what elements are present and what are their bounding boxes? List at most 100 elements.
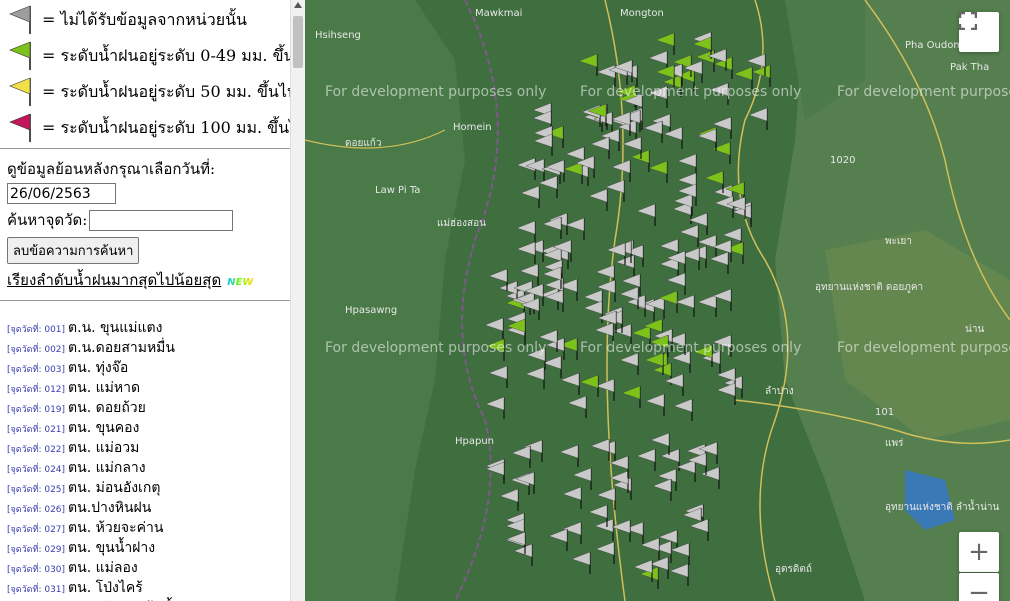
scroll-up-arrow-icon[interactable]	[294, 2, 302, 8]
list-item[interactable]: [จุดวัดที่: 025] ตน. ม่อนอังเกตุ	[7, 477, 290, 497]
station-flag-icon[interactable]	[595, 541, 615, 564]
station-flag-icon[interactable]	[533, 133, 553, 156]
station-flag-icon[interactable]	[562, 486, 582, 509]
station-flag-icon[interactable]	[590, 136, 610, 159]
station-flag-icon[interactable]	[516, 220, 536, 243]
watermark-text: For development purposes only	[837, 340, 1010, 356]
station-flag-icon[interactable]	[664, 373, 684, 396]
station-flag-icon[interactable]	[697, 294, 717, 317]
list-item[interactable]: [จุดวัดที่: 026] ตน.ปางหินฝน	[7, 497, 290, 517]
date-input[interactable]	[7, 183, 116, 204]
station-flag-icon[interactable]	[676, 459, 696, 482]
station-flag-icon[interactable]	[548, 528, 568, 551]
list-item[interactable]: [จุดวัดที่: 022] ตน. แม่อวม	[7, 437, 290, 457]
zoom-in-button[interactable]: +	[959, 532, 999, 572]
zoom-out-button[interactable]: −	[959, 573, 999, 601]
list-item[interactable]: [จุดวัดที่: 002] ต.น.ดอยสามหมื่น	[7, 337, 290, 357]
list-item[interactable]: [จุดวัดที่: 021] ตน. ขุนคอง	[7, 417, 290, 437]
station-flag-icon[interactable]	[578, 53, 598, 76]
station-flag-icon[interactable]	[520, 185, 540, 208]
station-flag-icon[interactable]	[714, 195, 734, 218]
sort-rainfall-link[interactable]: เรียงลำดับน้ำฝนมากสุดไปน้อยสุด	[7, 271, 221, 289]
station-flag-icon[interactable]	[675, 294, 695, 317]
station-flag-icon[interactable]	[748, 107, 768, 130]
station-flag-icon[interactable]	[630, 149, 650, 172]
station-flag-icon[interactable]	[579, 374, 599, 397]
scrollbar-thumb[interactable]	[293, 16, 303, 68]
station-flag-icon[interactable]	[559, 444, 579, 467]
station-flag-icon[interactable]	[621, 385, 641, 408]
map-place-label: อุตรดิตถ์	[775, 564, 812, 575]
station-flag-icon[interactable]	[652, 478, 672, 501]
station-flag-icon[interactable]	[611, 159, 631, 182]
station-code: [จุดวัดที่: 026]	[7, 505, 66, 515]
station-flag-icon[interactable]	[679, 224, 699, 247]
station-flag-icon[interactable]	[563, 161, 583, 184]
station-flag-icon[interactable]	[565, 217, 585, 240]
station-flag-icon[interactable]	[516, 241, 536, 264]
station-flag-icon[interactable]	[619, 352, 639, 375]
station-flag-icon[interactable]	[513, 543, 533, 566]
station-flag-icon[interactable]	[716, 382, 736, 405]
station-flag-icon[interactable]	[516, 157, 536, 180]
station-flag-icon[interactable]	[648, 160, 668, 183]
map[interactable]: Mawkmai Mongton Hsihseng Pha Oudom Pak Tha Ho…	[305, 0, 1010, 601]
station-flag-icon[interactable]	[709, 251, 729, 274]
station-flag-icon[interactable]	[484, 317, 504, 340]
list-item[interactable]: [จุดวัดที่: 029] ตน. ขุนน้ำฝาง	[7, 537, 290, 557]
station-flag-icon[interactable]	[677, 153, 697, 176]
station-flag-icon[interactable]	[595, 378, 615, 401]
station-flag-icon[interactable]	[633, 559, 653, 582]
station-flag-icon[interactable]	[583, 300, 603, 323]
station-flag-icon[interactable]	[697, 128, 717, 151]
fullscreen-button[interactable]	[959, 12, 999, 52]
list-item[interactable]: [จุดวัดที่: 032]หน่วยจัดการต้นน้ำขุนแม่แ…	[7, 597, 290, 601]
list-item[interactable]: [จุดวัดที่: 001] ต.น. ขุนแม่แตง	[7, 317, 290, 337]
station-flag-icon[interactable]	[560, 372, 580, 395]
list-item[interactable]: [จุดวัดที่: 012] ตน. แม่หาด	[7, 377, 290, 397]
station-flag-icon[interactable]	[673, 398, 693, 421]
station-flag-icon[interactable]	[711, 141, 731, 164]
station-flag-icon[interactable]	[700, 466, 720, 489]
station-flag-icon[interactable]	[636, 448, 656, 471]
station-flag-icon[interactable]	[499, 488, 519, 511]
station-flag-icon[interactable]	[643, 120, 663, 143]
station-flag-icon[interactable]	[525, 366, 545, 389]
station-flag-icon[interactable]	[542, 216, 562, 239]
list-item[interactable]: [จุดวัดที่: 027] ตน. ห้วยจะค่าน	[7, 517, 290, 537]
station-flag-icon[interactable]	[640, 537, 660, 560]
station-flag-icon[interactable]	[538, 175, 558, 198]
list-item[interactable]: [จุดวัดที่: 031] ตน. โป่งไคร้	[7, 577, 290, 597]
station-flag-icon[interactable]	[572, 467, 592, 490]
station-flag-icon[interactable]	[689, 518, 709, 541]
station-flag-icon[interactable]	[590, 438, 610, 461]
list-item[interactable]: [จุดวัดที่: 003] ตน. ทุ่งจ๊อ	[7, 357, 290, 377]
clear-search-button[interactable]: ลบข้อความการค้นหา	[7, 237, 140, 264]
station-name: ต.น. ขุนแม่แตง	[68, 320, 163, 336]
search-input[interactable]	[89, 209, 234, 231]
station-flag-icon[interactable]	[669, 563, 689, 586]
station-flag-icon[interactable]	[485, 396, 505, 419]
list-item[interactable]: [จุดวัดที่: 019] ตน. ดอยถ้วย	[7, 397, 290, 417]
station-flag-icon[interactable]	[488, 365, 508, 388]
station-flag-icon[interactable]	[636, 203, 656, 226]
legend-row: = ไม่ได้รับข้อมูลจากหน่วยนั้น	[0, 0, 290, 36]
station-flag-icon[interactable]	[511, 445, 531, 468]
flag-icon	[9, 113, 31, 142]
legend-text: = ระดับน้ำฝนอยู่ระดับ 0-49 มม. ขึ้นไป	[42, 46, 290, 65]
station-flag-icon[interactable]	[588, 188, 608, 211]
station-flag-icon[interactable]	[670, 542, 690, 565]
station-flag-icon[interactable]	[645, 393, 665, 416]
station-flag-icon[interactable]	[542, 355, 562, 378]
station-flag-icon[interactable]	[594, 518, 614, 541]
station-flag-icon[interactable]	[611, 519, 631, 542]
sidebar-scrollbar[interactable]	[290, 0, 305, 601]
station-flag-icon[interactable]	[663, 126, 683, 149]
station-flag-icon[interactable]	[619, 286, 639, 309]
station-flag-icon[interactable]	[660, 448, 680, 471]
list-item[interactable]: [จุดวัดที่: 024] ตน. แม่กลาง	[7, 457, 290, 477]
list-item[interactable]: [จุดวัดที่: 030] ตน. แม่ลอง	[7, 557, 290, 577]
station-flag-icon[interactable]	[571, 551, 591, 574]
station-flag-icon[interactable]	[605, 179, 625, 202]
station-flag-icon[interactable]	[567, 395, 587, 418]
